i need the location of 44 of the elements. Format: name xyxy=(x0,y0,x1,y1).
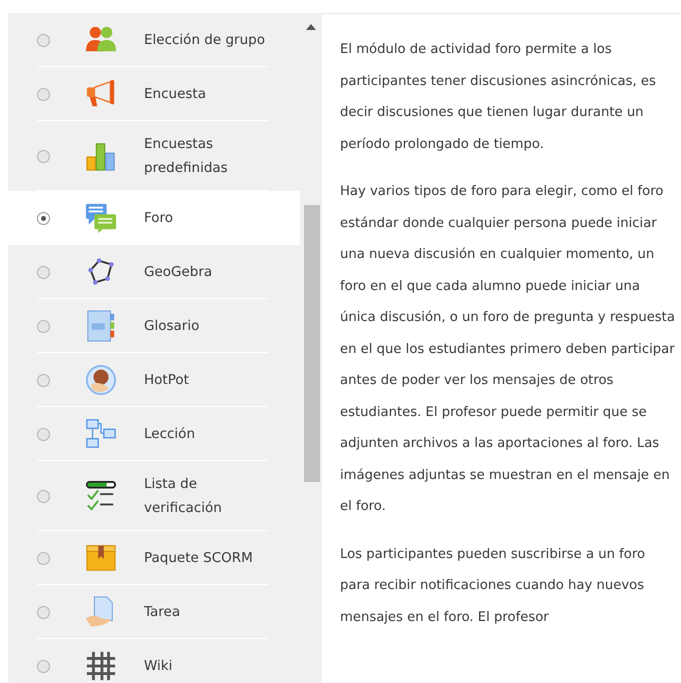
flowchart-icon xyxy=(85,418,117,450)
activity-item[interactable]: Encuesta xyxy=(8,67,300,121)
activity-label: Encuestas predefinidas xyxy=(144,135,229,178)
activity-item[interactable]: Encuestas predefinidas xyxy=(8,121,300,191)
activity-item[interactable]: Elección de grupo xyxy=(8,13,300,67)
book-icon xyxy=(85,310,117,342)
activity-label: Wiki xyxy=(144,657,174,676)
activity-label: Foro xyxy=(144,209,174,228)
activity-label: Tarea xyxy=(144,603,182,622)
activity-item[interactable]: Tarea xyxy=(8,585,300,639)
activity-item[interactable]: GeoGebra xyxy=(8,245,300,299)
scroll-up-icon[interactable] xyxy=(306,24,316,30)
radio-button[interactable] xyxy=(37,320,50,332)
activity-label: Elección de grupo xyxy=(144,31,266,50)
activity-label: HotPot xyxy=(144,371,190,390)
description-paragraph: Hay varios tipos de foro para elegir, como el foro estándar donde cualquier persona puede iniciar una nueva discusión en cualquier momento, un foro en el que cada alumno puede iniciar una única discusión, o un foro de pregunta y respuesta en el que los estudiantes primero deben participar antes de poder ver los mensajes de otros estudiantes. El profesor puede permitir que se adjunten archivos a las aportaciones al foro. Las imágenes adjuntas se muestran en el mensaje en el foro. xyxy=(340,183,675,516)
speech-bubbles-icon xyxy=(85,202,117,234)
radio-button[interactable] xyxy=(37,606,50,618)
activity-label: GeoGebra xyxy=(144,263,214,282)
radio-button[interactable] xyxy=(37,552,50,564)
radio-button[interactable] xyxy=(37,266,50,278)
activity-label: Encuesta xyxy=(144,85,207,104)
scrollbar-thumb[interactable] xyxy=(304,205,320,482)
radio-button[interactable] xyxy=(37,490,50,502)
activity-item[interactable]: Lección xyxy=(8,407,300,461)
checklist-icon xyxy=(85,480,117,512)
description-paragraph: Los participantes pueden suscribirse a un foro para recibir notificaciones cuando hay nuevos mensajes en el foro. El profesor xyxy=(340,546,646,626)
activity-item[interactable]: Foro xyxy=(8,191,300,245)
radio-button[interactable] xyxy=(37,34,50,46)
activity-label: Paquete SCORM xyxy=(144,549,254,568)
activity-item[interactable]: Lista de verificación xyxy=(8,461,300,531)
activity-label: Lista de verificación xyxy=(144,475,223,518)
radio-button[interactable] xyxy=(37,150,50,162)
radio-button[interactable] xyxy=(37,374,50,386)
activity-label: Glosario xyxy=(144,317,200,336)
activity-item[interactable]: Glosario xyxy=(8,299,300,353)
activity-item[interactable]: HotPot xyxy=(8,353,300,407)
description-paragraph: El módulo de actividad foro permite a los participantes tener discusiones asincrónicas, es decir discusiones que tienen lugar durante un período prolongado de tiempo. xyxy=(340,41,657,154)
activity-item[interactable]: Paquete SCORM xyxy=(8,531,300,585)
radio-button[interactable] xyxy=(37,660,50,672)
radio-button[interactable] xyxy=(37,212,50,224)
radio-button[interactable] xyxy=(37,88,50,100)
activity-label: Lección xyxy=(144,425,196,444)
radio-button[interactable] xyxy=(37,428,50,440)
